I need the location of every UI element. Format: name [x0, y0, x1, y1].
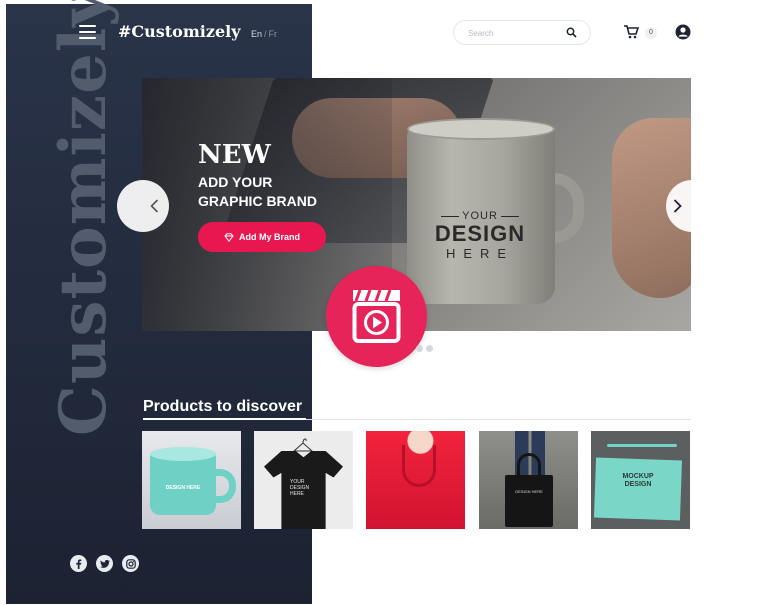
- facebook-icon: [76, 559, 82, 569]
- diamond-icon: [224, 232, 234, 242]
- carousel-next-button[interactable]: [666, 180, 718, 232]
- chevron-left-icon: [150, 199, 159, 213]
- product-card-hoodie[interactable]: [366, 431, 465, 529]
- carousel-prev-button[interactable]: [117, 180, 169, 232]
- carousel-dot[interactable]: [416, 345, 423, 352]
- video-play-button[interactable]: [326, 266, 427, 367]
- language-switcher[interactable]: En / Fr: [251, 29, 277, 39]
- add-my-brand-button[interactable]: Add My Brand: [198, 222, 326, 252]
- lang-fr[interactable]: Fr: [269, 29, 278, 39]
- social-links: [70, 555, 139, 572]
- facebook-link[interactable]: [70, 555, 87, 572]
- products-section-title: Products to discover: [143, 398, 303, 415]
- menu-icon[interactable]: [79, 25, 96, 39]
- vertical-brand-text: Customizely: [46, 0, 121, 436]
- cart-count-badge: 0: [645, 27, 657, 39]
- carousel-dots: [416, 345, 433, 352]
- user-account-icon[interactable]: [675, 24, 691, 40]
- hero-headline: NEW: [198, 140, 271, 170]
- product-card-mug[interactable]: DESIGN HERE: [142, 431, 241, 529]
- search-input[interactable]: [468, 26, 563, 40]
- video-clapper-icon: [352, 289, 401, 343]
- hero-subtitle-line1: ADD YOUR: [198, 174, 273, 190]
- mug-thumbnail: [150, 453, 216, 515]
- lang-en[interactable]: En: [251, 29, 262, 39]
- tote-bag-thumbnail: [505, 475, 553, 527]
- product-card-tote-bag[interactable]: DESIGN HERE: [479, 431, 578, 529]
- pen-image: [607, 444, 677, 447]
- section-divider: [306, 419, 691, 420]
- notebook-print-label: MOCKUP DESIGN: [622, 473, 654, 488]
- search-icon[interactable]: [566, 27, 577, 38]
- tshirt-print-label: YOUR DESIGN HERE: [290, 479, 310, 497]
- mug-print-text: YOUR DESIGN HERE: [420, 210, 540, 261]
- cart-icon[interactable]: [624, 25, 639, 39]
- carousel-dot[interactable]: [426, 345, 433, 352]
- tote-print-label: DESIGN HERE: [515, 489, 543, 494]
- search-bar[interactable]: [453, 20, 591, 45]
- title-underline: [143, 418, 306, 420]
- twitter-icon: [99, 559, 110, 568]
- hanger-icon: [292, 438, 314, 452]
- chevron-right-icon: [673, 199, 682, 213]
- instagram-icon: [125, 558, 136, 569]
- add-my-brand-label: Add My Brand: [238, 232, 300, 242]
- instagram-link[interactable]: [122, 555, 139, 572]
- hero-subtitle-line2: GRAPHIC BRAND: [198, 193, 317, 209]
- twitter-link[interactable]: [96, 555, 113, 572]
- lang-separator: /: [264, 29, 267, 39]
- product-card-tshirt[interactable]: YOUR DESIGN HERE: [254, 431, 353, 529]
- mug-print-label: DESIGN HERE: [165, 485, 201, 491]
- notebook-thumbnail: [593, 457, 683, 521]
- logo[interactable]: #Customizely: [118, 22, 241, 41]
- product-card-notebook[interactable]: MOCKUP DESIGN: [591, 431, 690, 529]
